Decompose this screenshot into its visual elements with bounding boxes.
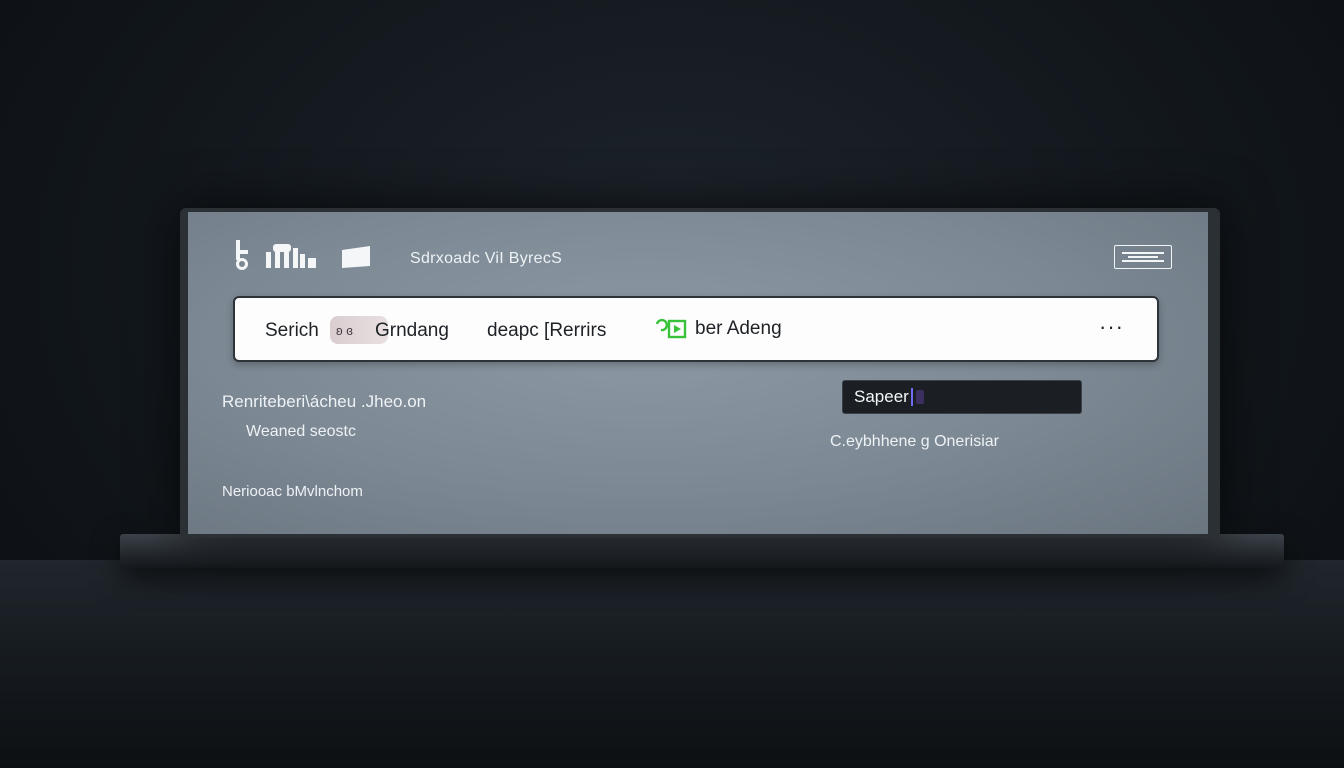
caret-marker [915, 390, 924, 404]
toolbar [234, 240, 372, 270]
side-input-value: Sapeer [854, 387, 909, 406]
search-status[interactable]: ber Adeng [655, 318, 782, 340]
result-title[interactable]: Renriteberi\ácheu .Jheo.on [222, 392, 426, 412]
status-text: ber Adeng [695, 318, 782, 339]
status-play-icon [655, 318, 687, 339]
side-input[interactable]: Sapeer [842, 380, 1082, 414]
monitor-stand [120, 534, 1284, 568]
result-subtitle: Weaned seostc [246, 423, 356, 440]
window-toggle-button[interactable] [1114, 245, 1172, 269]
side-note: C.eybhhene g Onerisiar [830, 433, 999, 450]
search-label: Serich [265, 320, 319, 341]
toolbar-flag-icon[interactable] [332, 240, 372, 270]
search-filter[interactable]: deapc [Rerrirs [487, 320, 606, 342]
app-window: Sdrxoadc ViI ByrecS Serich ʚ ɞ Grndang d… [188, 212, 1208, 534]
monitor-screen: Sdrxoadc ViI ByrecS Serich ʚ ɞ Grndang d… [188, 212, 1208, 534]
floor [0, 560, 1344, 768]
app-title: Sdrxoadc ViI ByrecS [410, 250, 563, 267]
search-bar[interactable]: Serich ʚ ɞ Grndang deapc [Rerrirs ber Ad… [233, 296, 1159, 362]
toolbar-key-icon[interactable] [234, 240, 252, 270]
search-chip-text: ʚ ɞ [336, 322, 353, 338]
result-footer: Neriooac bMvlnchom [222, 483, 363, 500]
text-caret [910, 388, 913, 406]
more-icon[interactable]: ··· [1099, 314, 1124, 340]
search-term[interactable]: Grndang [375, 320, 449, 342]
toolbar-people-icon[interactable] [266, 240, 318, 270]
window-toggle-icon [1122, 252, 1164, 262]
